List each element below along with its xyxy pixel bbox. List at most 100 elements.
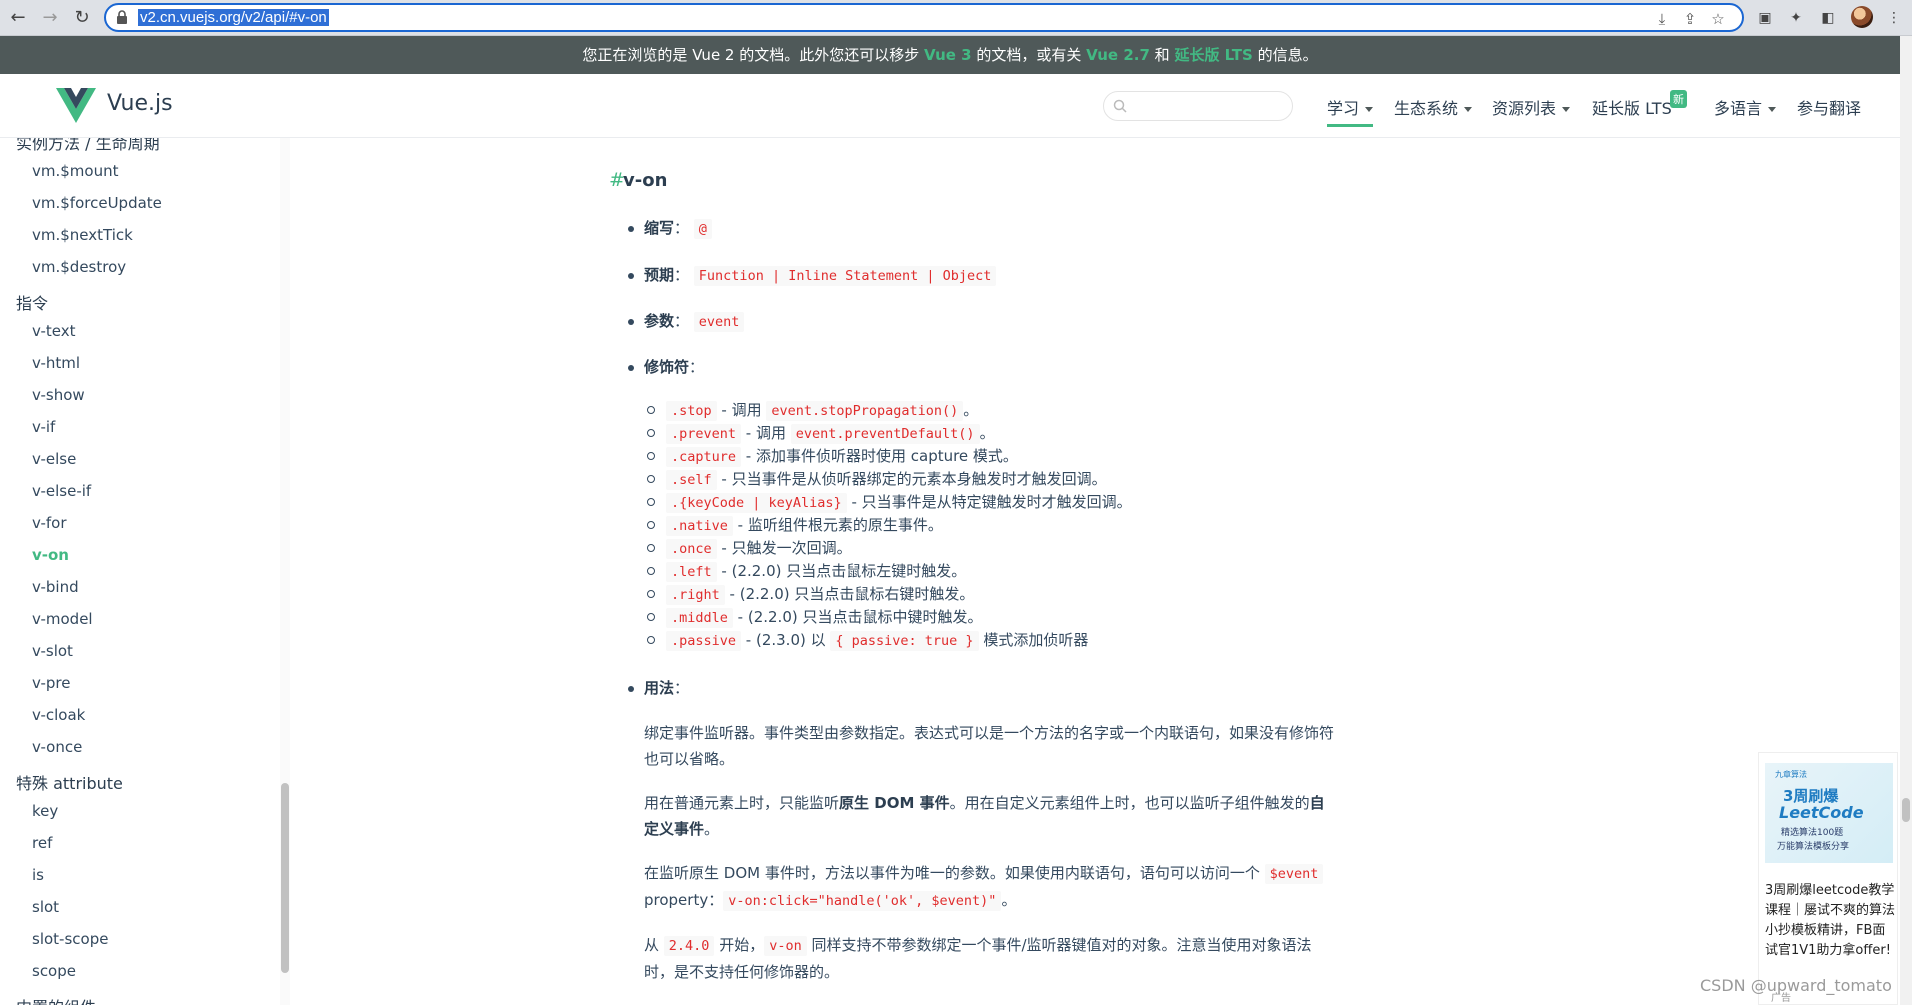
extension-mask-icon[interactable]: ▣ — [1755, 8, 1775, 28]
sidebar-item-v-model[interactable]: v-model — [32, 610, 93, 628]
sidebar-scroll-thumb[interactable] — [281, 783, 289, 973]
sidebar-item-ref[interactable]: ref — [32, 834, 52, 852]
modifier-text: 。 — [963, 401, 979, 419]
sidebar-group-directives[interactable]: 指令 — [16, 290, 48, 314]
circle-bullet-icon — [647, 498, 655, 506]
share-icon[interactable]: ⇪ — [1681, 10, 1699, 28]
search-input[interactable] — [1103, 91, 1293, 121]
ad-image[interactable]: 九章算法 3周刷爆 LeetCode 精选算法100题 万能算法模板分享 — [1765, 763, 1893, 863]
caret-down-icon — [1365, 107, 1374, 112]
lts-link[interactable]: 延长版 LTS — [1174, 46, 1252, 64]
modifier-item: .{keyCode | keyAlias} - 只当事件是从特定键触发时才触发回… — [666, 491, 1132, 513]
puzzle-icon[interactable]: ✦ — [1786, 8, 1806, 28]
usage-paragraph-3: 在监听原生 DOM 事件时，方法以事件为唯一的参数。如果使用内联语句，语句可以访… — [644, 860, 1334, 914]
nav-lts[interactable]: 延长版 LTS — [1592, 95, 1672, 119]
sidebar-item-v-text[interactable]: v-text — [32, 322, 76, 340]
sidebar-item-vm-destroy[interactable]: vm.$destroy — [32, 258, 126, 276]
row-label: 修饰符 — [644, 358, 690, 376]
sidebar-item-v-for[interactable]: v-for — [32, 514, 67, 532]
nav-resources[interactable]: 资源列表 — [1492, 95, 1571, 119]
para-text: 在监听原生 DOM 事件时，方法以事件为唯一的参数。如果使用内联语句，语句可以访… — [644, 864, 1265, 882]
ad-text[interactable]: 3周刷爆leetcode教学课程｜屡试不爽的算法小抄模板精讲，FB面试官1V1助… — [1765, 881, 1895, 961]
nav-languages[interactable]: 多语言 — [1714, 95, 1777, 119]
reload-icon[interactable]: ↻ — [70, 6, 94, 30]
sidebar-group-builtin-components[interactable]: 内置的组件 — [16, 994, 96, 1005]
modifier-item: .prevent - 调用 event.preventDefault()。 — [666, 422, 995, 444]
nav-learn[interactable]: 学习 — [1327, 95, 1374, 127]
sidebar-item-key[interactable]: key — [32, 802, 58, 820]
code-value: .self — [666, 470, 717, 490]
banner-text: 您正在浏览的是 Vue 2 的文档。此外您还可以移步 — [582, 46, 925, 64]
vue3-link[interactable]: Vue 3 — [924, 46, 972, 64]
sidebar-item-slot[interactable]: slot — [32, 898, 59, 916]
modifier-text: 。 — [979, 424, 995, 442]
sidebar-item-v-slot[interactable]: v-slot — [32, 642, 73, 660]
row-label: 参数 — [644, 312, 675, 330]
code-value: .passive — [666, 631, 742, 651]
install-icon[interactable]: ⤓ — [1653, 10, 1671, 28]
address-bar[interactable]: v2.cn.vuejs.org/v2/api/#v-on ⤓ ⇪ ☆ — [104, 3, 1744, 32]
modifier-text: - 只当事件是从侦听器绑定的元素本身触发时才触发回调。 — [716, 470, 1107, 488]
back-icon[interactable]: ← — [6, 6, 30, 30]
code-value: 2.4.0 — [663, 936, 715, 956]
sidebar-item-scope[interactable]: scope — [32, 962, 76, 980]
sponsor-ad[interactable]: 九章算法 3周刷爆 LeetCode 精选算法100题 万能算法模板分享 3周刷… — [1758, 752, 1898, 1005]
ad-image-subline: 精选算法100题 — [1781, 828, 1844, 838]
sidebar-item-v-html[interactable]: v-html — [32, 354, 80, 372]
code-value: .left — [666, 562, 717, 582]
nav-ecosystem[interactable]: 生态系统 — [1394, 95, 1473, 119]
sidebar-group-special-attributes[interactable]: 特殊 attribute — [16, 770, 123, 794]
sidebar[interactable]: 实例方法 / 生命周期 vm.$mount vm.$forceUpdate vm… — [0, 138, 290, 1005]
forward-icon[interactable]: → — [38, 6, 62, 30]
vue-logo-icon[interactable] — [56, 88, 96, 124]
usage-row: 用法： — [644, 679, 690, 697]
vue27-link[interactable]: Vue 2.7 — [1086, 46, 1150, 64]
code-value: .middle — [666, 608, 733, 628]
circle-bullet-icon — [647, 613, 655, 621]
sidebar-item-v-cloak[interactable]: v-cloak — [32, 706, 85, 724]
circle-bullet-icon — [647, 429, 655, 437]
kebab-menu-icon[interactable]: ⋮ — [1884, 8, 1904, 28]
row-label: 缩写 — [644, 219, 675, 237]
watermark: CSDN @upward_tomato — [1700, 976, 1892, 995]
sidebar-item-vm-nexttick[interactable]: vm.$nextTick — [32, 226, 133, 244]
ad-image-brand: 九章算法 — [1775, 770, 1807, 779]
sidebar-item-v-on[interactable]: v-on — [32, 546, 69, 564]
circle-bullet-icon — [647, 475, 655, 483]
caret-down-icon — [1562, 107, 1571, 112]
sidebar-item-v-else[interactable]: v-else — [32, 450, 76, 468]
sidebar-item-vm-forceupdate[interactable]: vm.$forceUpdate — [32, 194, 162, 212]
bookmark-star-icon[interactable]: ☆ — [1709, 10, 1727, 28]
para-text: 从 — [644, 936, 664, 954]
sidebar-item-v-show[interactable]: v-show — [32, 386, 85, 404]
site-header: Vue.js 学习 生态系统 资源列表 延长版 LTS 新 多语言 参与翻译 — [0, 74, 1900, 138]
usage-paragraph-4: 从 2.4.0 开始， v-on 同样支持不带参数绑定一个事件/监听器键值对的对象… — [644, 932, 1334, 985]
modifier-text: - (2.2.0) 只当点击鼠标左键时触发。 — [716, 562, 967, 580]
sidebar-item-v-pre[interactable]: v-pre — [32, 674, 70, 692]
usage-paragraph-1: 绑定事件监听器。事件类型由参数指定。表达式可以是一个方法的名字或一个内联语句，如… — [644, 724, 1335, 768]
sidebar-item-v-once[interactable]: v-once — [32, 738, 82, 756]
circle-bullet-icon — [647, 590, 655, 598]
page-scrollbar[interactable] — [1900, 36, 1912, 1005]
sidebar-item-v-if[interactable]: v-if — [32, 418, 55, 436]
sidebar-item-vm-mount[interactable]: vm.$mount — [32, 162, 118, 180]
brand-name[interactable]: Vue.js — [107, 91, 173, 116]
code-value: .capture — [666, 447, 742, 467]
profile-avatar[interactable] — [1851, 6, 1873, 28]
sidebar-item-is[interactable]: is — [32, 866, 44, 884]
sidebar-item-v-else-if[interactable]: v-else-if — [32, 482, 91, 500]
sidebar-item-v-bind[interactable]: v-bind — [32, 578, 79, 596]
code-value: event — [693, 312, 745, 332]
new-badge: 新 — [1670, 90, 1687, 108]
page-scroll-thumb[interactable] — [1902, 798, 1910, 822]
nav-translate[interactable]: 参与翻译 — [1797, 95, 1861, 119]
para-text: 用在普通元素上时，只能监听 — [644, 794, 840, 812]
banner-text: 的信息。 — [1252, 46, 1318, 64]
modifier-item: .self - 只当事件是从侦听器绑定的元素本身触发时才触发回调。 — [666, 468, 1107, 490]
sidebar-item-slot-scope[interactable]: slot-scope — [32, 930, 108, 948]
circle-bullet-icon — [647, 544, 655, 552]
url-text[interactable]: v2.cn.vuejs.org/v2/api/#v-on — [138, 9, 329, 26]
modifier-text: - 只当事件是从特定键触发时才触发回调。 — [846, 493, 1132, 511]
side-panel-icon[interactable]: ◧ — [1818, 8, 1838, 28]
sidebar-group-instance-methods[interactable]: 实例方法 / 生命周期 — [16, 138, 160, 154]
